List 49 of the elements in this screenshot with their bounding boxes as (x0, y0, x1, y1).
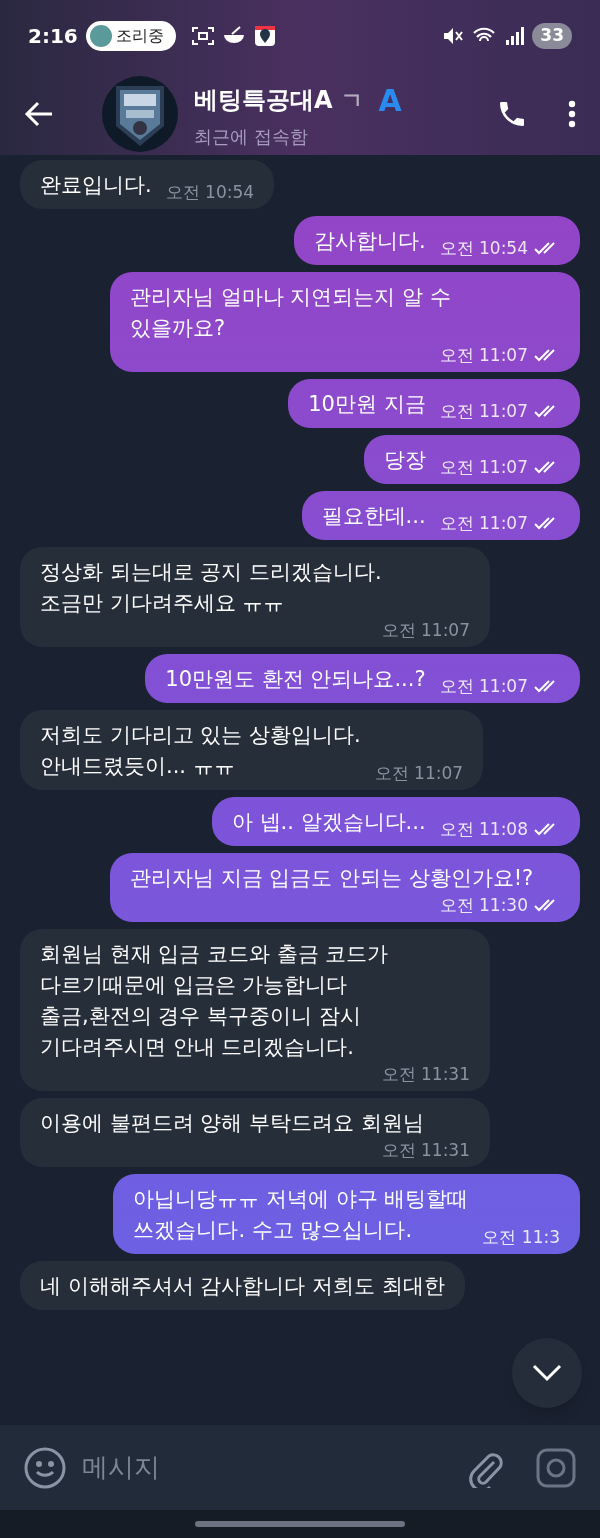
message-text: 완료입니다. (40, 172, 152, 199)
message-time: 오전 11:07 (439, 675, 528, 697)
message-text: 아 넵.. 알겠습니다... (231, 809, 426, 836)
message-text: 네 이해해주셔서 감사합니다 저희도 최대한 (40, 1273, 445, 1300)
signal-icon (504, 26, 525, 46)
map-icon (253, 25, 276, 47)
message-time: 오전 11:07 (439, 512, 528, 534)
message-time: 오전 11:3 (482, 1226, 560, 1248)
activity-label: 조리중 (115, 25, 164, 47)
message-text: 저희도 기다리고 있는 상황입니다. 안내드렸듯이... ㅠㅠ (40, 722, 361, 780)
chat-title: 베팅특공대A (194, 85, 333, 116)
status-time: 2:16 (28, 23, 78, 50)
title-letter: A (378, 81, 402, 120)
message-text: 10만원 지금 (308, 391, 426, 418)
message-text: 회원님 현재 입금 코드와 출금 코드가 다르기때문에 입금은 가능합니다 출금,환전의 경우 복구중이니 잠시 기다려주시면 안내 드리겠습니다. (40, 941, 389, 1061)
back-icon[interactable] (24, 100, 54, 127)
message-time: 오전 10:54 (165, 181, 255, 203)
message-time: 오전 11:07 (439, 344, 528, 366)
message-text: 필요한데... (321, 503, 426, 530)
message-time: 오전 11:31 (381, 1139, 470, 1161)
message-time: 오전 10:54 (439, 237, 528, 259)
chevron-down-icon (532, 1364, 562, 1382)
message-text: 아닙니당ㅠㅠ 저녁에 야구 배팅할때 쓰겠습니다. 수고 많으십니다. (133, 1186, 469, 1244)
message-time: 오전 11:31 (381, 1063, 470, 1085)
mute-icon (442, 26, 465, 46)
bowl-icon (221, 26, 246, 46)
message-time: 오전 11:07 (374, 762, 464, 784)
message-composer[interactable]: 메시지 (0, 1425, 600, 1510)
message-text: 이용에 불편드려 양해 부탁드려요 회원님 (40, 1110, 424, 1137)
message-text: 관리자님 얼마나 지연되는지 알 수 있을까요? (130, 284, 451, 342)
battery-indicator: 33 (532, 23, 572, 49)
more-icon[interactable] (568, 99, 576, 128)
message-field[interactable]: 메시지 (82, 1448, 452, 1487)
last-seen-status: 최근에 접속함 (194, 124, 309, 149)
message-text: 당장 (383, 447, 426, 474)
message-time: 오전 11:30 (439, 894, 528, 916)
avatar-icon (89, 25, 112, 47)
message-text: 정상화 되는대로 공지 드리겠습니다. 조금만 기다려주세요 ㅠㅠ (40, 559, 382, 617)
message-text: 관리자님 지금 입금도 안되는 상황인가요!? (130, 865, 534, 892)
chat-title-tail: ㄱ (340, 86, 363, 115)
camera-icon[interactable] (536, 1447, 576, 1488)
screenshot-icon (191, 26, 214, 46)
message-text: 감사합니다. (313, 228, 426, 255)
message-time: 오전 11:07 (439, 456, 528, 478)
emoji-icon[interactable] (24, 1446, 66, 1489)
message-time: 오전 11:07 (439, 400, 528, 422)
message-text: 10만원도 환전 안되나요...? (165, 666, 426, 693)
message-time: 오전 11:08 (439, 818, 528, 840)
message-time: 오전 11:07 (381, 619, 470, 641)
